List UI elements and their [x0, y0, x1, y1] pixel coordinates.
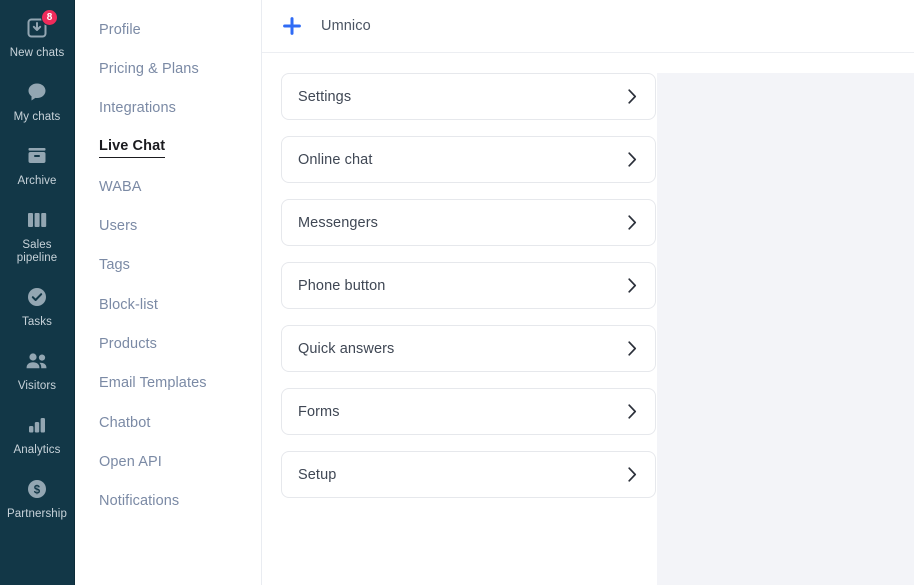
sidebar-item-label: Sales pipeline: [2, 239, 73, 265]
card-phone-button[interactable]: Phone button: [281, 262, 656, 309]
card-settings[interactable]: Settings: [281, 73, 656, 120]
check-circle-icon: [22, 283, 52, 311]
card-label: Forms: [298, 404, 340, 420]
nav-item-email-templates[interactable]: Email Templates: [75, 364, 261, 403]
nav-item-label: Block-list: [99, 297, 158, 313]
nav-item-label: Open API: [99, 454, 162, 470]
nav-item-label: Tags: [99, 257, 130, 273]
sidebar-item-tasks[interactable]: Tasks: [0, 275, 75, 339]
nav-item-products[interactable]: Products: [75, 324, 261, 363]
chevron-right-icon: [628, 341, 637, 356]
nav-item-chatbot[interactable]: Chatbot: [75, 403, 261, 442]
card-online-chat[interactable]: Online chat: [281, 136, 656, 183]
top-bar: Umnico: [262, 0, 914, 53]
svg-text:$: $: [34, 484, 41, 496]
nav-item-label: Chatbot: [99, 415, 151, 431]
sidebar-item-analytics[interactable]: Analytics: [0, 403, 75, 467]
page-title: Umnico: [321, 18, 371, 34]
sidebar-item-label: My chats: [14, 111, 61, 124]
bar-chart-icon: [22, 411, 52, 439]
nav-item-label: Live Chat: [99, 138, 165, 158]
sidebar-item-sales-pipeline[interactable]: Sales pipeline: [0, 198, 75, 275]
nav-item-label: Pricing & Plans: [99, 61, 199, 77]
chevron-right-icon: [628, 404, 637, 419]
card-messengers[interactable]: Messengers: [281, 199, 656, 246]
sidebar-item-label: Analytics: [14, 444, 61, 457]
sidebar-item-visitors[interactable]: Visitors: [0, 339, 75, 403]
archive-box-icon: [22, 142, 52, 170]
users-icon: [22, 347, 52, 375]
sidebar-item-partnership[interactable]: $ Partnership: [0, 467, 75, 531]
sidebar-item-label: Archive: [17, 175, 56, 188]
chevron-right-icon: [628, 89, 637, 104]
main-content: Umnico Settings Online chat Messe: [262, 0, 914, 585]
nav-item-live-chat[interactable]: Live Chat: [75, 128, 261, 167]
nav-item-pricing-plans[interactable]: Pricing & Plans: [75, 49, 261, 88]
nav-item-waba[interactable]: WABA: [75, 167, 261, 206]
card-setup[interactable]: Setup: [281, 451, 656, 498]
live-chat-card-list: Settings Online chat Messengers: [262, 53, 657, 585]
plus-icon[interactable]: [281, 15, 303, 37]
nav-item-label: Users: [99, 218, 137, 234]
nav-item-label: WABA: [99, 179, 142, 195]
sidebar-item-label: New chats: [10, 47, 65, 60]
nav-item-notifications[interactable]: Notifications: [75, 482, 261, 521]
chevron-right-icon: [628, 467, 637, 482]
sidebar-item-label: Tasks: [22, 316, 52, 329]
nav-item-label: Notifications: [99, 493, 179, 509]
preview-panel: [657, 73, 914, 585]
card-forms[interactable]: Forms: [281, 388, 656, 435]
card-quick-answers[interactable]: Quick answers: [281, 325, 656, 372]
nav-item-label: Email Templates: [99, 375, 207, 391]
sidebar-item-new-chats[interactable]: 8 New chats: [0, 6, 75, 70]
card-label: Settings: [298, 89, 351, 105]
nav-item-profile[interactable]: Profile: [75, 10, 261, 49]
nav-item-label: Products: [99, 336, 157, 352]
nav-item-label: Profile: [99, 22, 141, 38]
primary-sidebar: 8 New chats My chats Archive: [0, 0, 75, 585]
sidebar-item-archive[interactable]: Archive: [0, 134, 75, 198]
nav-item-label: Integrations: [99, 100, 176, 116]
sidebar-item-label: Partnership: [7, 508, 67, 521]
nav-item-block-list[interactable]: Block-list: [75, 285, 261, 324]
nav-item-integrations[interactable]: Integrations: [75, 89, 261, 128]
card-label: Messengers: [298, 215, 378, 231]
dollar-circle-icon: $: [22, 475, 52, 503]
content-area: Settings Online chat Messengers: [262, 53, 914, 585]
chat-bubble-icon: [22, 78, 52, 106]
card-label: Online chat: [298, 152, 372, 168]
card-label: Phone button: [298, 278, 385, 294]
settings-nav: Profile Pricing & Plans Integrations Liv…: [75, 0, 262, 585]
inbox-download-icon: 8: [22, 14, 52, 42]
chevron-right-icon: [628, 215, 637, 230]
chevron-right-icon: [628, 152, 637, 167]
sidebar-item-label: Visitors: [18, 380, 56, 393]
card-label: Quick answers: [298, 341, 394, 357]
nav-item-tags[interactable]: Tags: [75, 246, 261, 285]
chevron-right-icon: [628, 278, 637, 293]
sidebar-item-my-chats[interactable]: My chats: [0, 70, 75, 134]
card-label: Setup: [298, 467, 336, 483]
columns-icon: [22, 206, 52, 234]
nav-item-users[interactable]: Users: [75, 206, 261, 245]
new-chats-badge: 8: [41, 9, 58, 26]
app-root: 8 New chats My chats Archive: [0, 0, 914, 585]
nav-item-open-api[interactable]: Open API: [75, 442, 261, 481]
